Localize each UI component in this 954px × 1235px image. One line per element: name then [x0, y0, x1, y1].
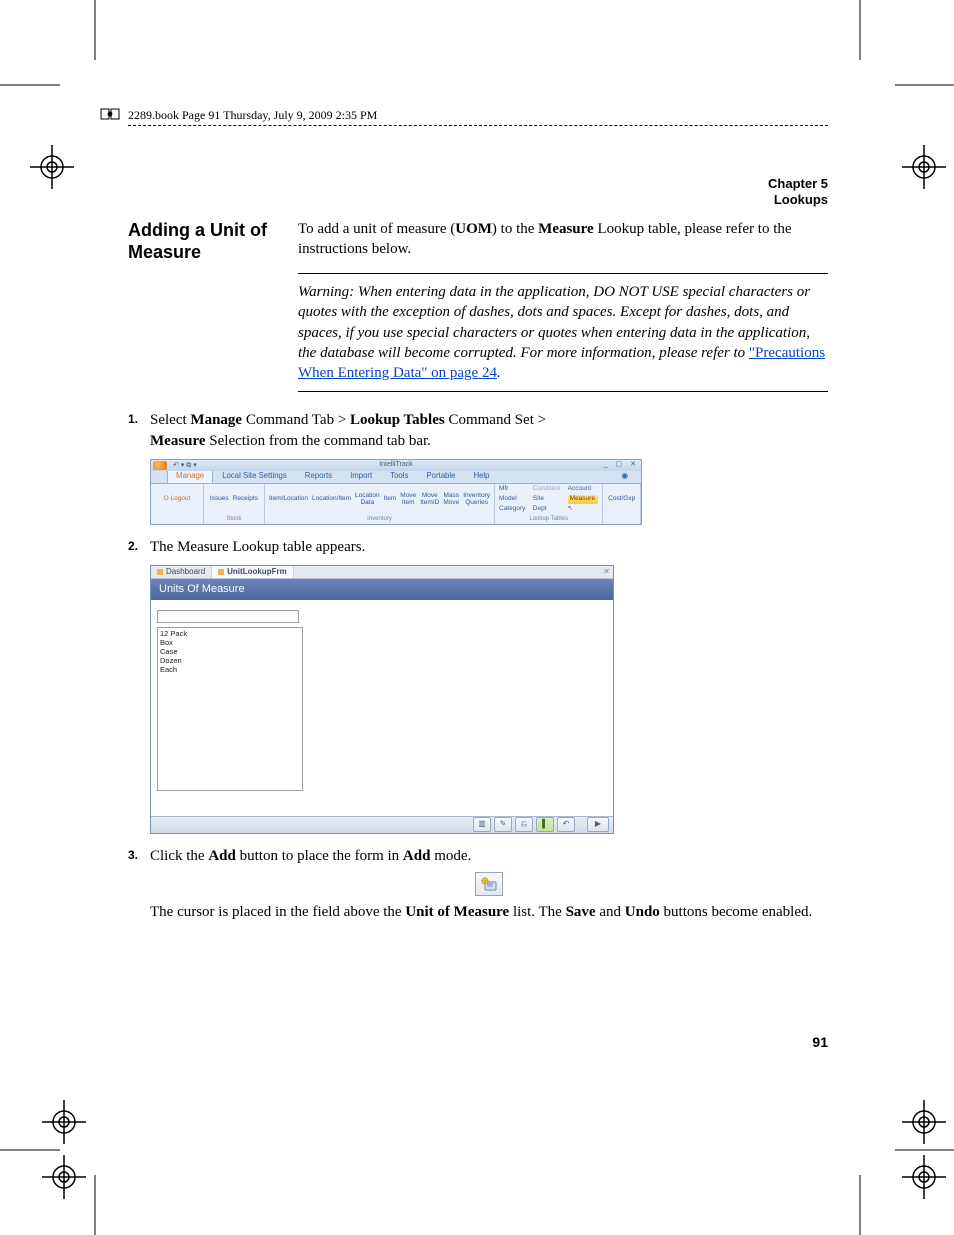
tab-local-site-settings: Local Site Settings [213, 469, 296, 483]
toolbar-button: ↶ [557, 817, 575, 832]
window-controls-icon: _ ▢ ✕ [604, 460, 639, 469]
registration-mark [902, 1155, 946, 1199]
group-label-lookup: Lookup Tables [499, 515, 598, 523]
chapter-heading: Chapter 5 Lookups [128, 176, 828, 209]
group-label-inventory: Inventory [269, 515, 490, 523]
close-icon: ✕ [603, 567, 610, 578]
tab-import: Import [341, 469, 381, 483]
step-1: 1. Select Manage Command Tab > Lookup Ta… [128, 410, 828, 525]
list-item: Dozen [160, 656, 300, 665]
measure-selection: Measure [568, 495, 599, 504]
chapter-title: Lookups [128, 192, 828, 208]
form-icon [218, 569, 224, 575]
registration-mark [42, 1155, 86, 1199]
step-3: 3. Click the Add button to place the for… [128, 846, 828, 923]
intro-paragraph: To add a unit of measure (UOM) to the Me… [298, 219, 828, 260]
registration-mark [902, 145, 946, 189]
step-2: 2. The Measure Lookup table appears. Das… [128, 537, 828, 834]
receipts-button: Receipts [233, 496, 258, 503]
tab-tools: Tools [381, 469, 417, 483]
tab-unit-lookup: UnitLookupFrm [212, 566, 294, 578]
tab-dashboard: Dashboard [151, 566, 212, 578]
tab-manage: Manage [167, 469, 213, 483]
section-heading: Adding a Unit of Measure [128, 219, 298, 411]
toolbar-button: ✎ [494, 817, 512, 832]
list-item: Each [160, 665, 300, 674]
tab-reports: Reports [296, 469, 341, 483]
group-label-stock: Stock [208, 515, 260, 523]
uom-input [157, 610, 299, 623]
toolbar-button: ⎌ [515, 817, 533, 832]
issues-button: Issues [210, 496, 229, 503]
page-number: 91 [812, 1034, 828, 1050]
ribbon-figure: ↶ ▾ ⧉ ▾ IntelliTrack _ ▢ ✕ Manage Local … [150, 459, 642, 525]
registration-mark [42, 1100, 86, 1144]
tab-portable: Portable [417, 469, 464, 483]
list-item: 12 Pack [160, 629, 300, 638]
registration-mark [30, 145, 74, 189]
toolbar-button: ▥ [473, 817, 491, 832]
dashboard-icon [157, 569, 163, 575]
toolbar-button: ▌ [536, 817, 554, 832]
logout-button: Logout [170, 495, 190, 502]
help-icon: ◉ [612, 469, 637, 483]
lookup-title: Units Of Measure [151, 579, 613, 600]
warning-block: Warning: When entering data in the appli… [298, 273, 828, 392]
group-label [155, 515, 199, 523]
toolbar-button: ▶ [587, 817, 609, 832]
list-item: Case [160, 647, 300, 656]
running-header: 2289.book Page 91 Thursday, July 9, 2009… [128, 108, 828, 123]
tab-help: Help [464, 469, 498, 483]
list-item: Box [160, 638, 300, 647]
app-title: IntelliTrack [151, 460, 641, 469]
uom-figure: Dashboard UnitLookupFrm ✕ Units Of Measu… [150, 565, 614, 834]
registration-mark [902, 1100, 946, 1144]
chapter-number: Chapter 5 [128, 176, 828, 192]
cursor-icon: ↖ [568, 505, 599, 514]
binding-icon [100, 106, 122, 127]
add-icon [481, 877, 497, 891]
uom-list: 12 Pack Box Case Dozen Each [157, 627, 303, 791]
add-button-figure [475, 872, 503, 896]
header-divider [128, 125, 828, 126]
